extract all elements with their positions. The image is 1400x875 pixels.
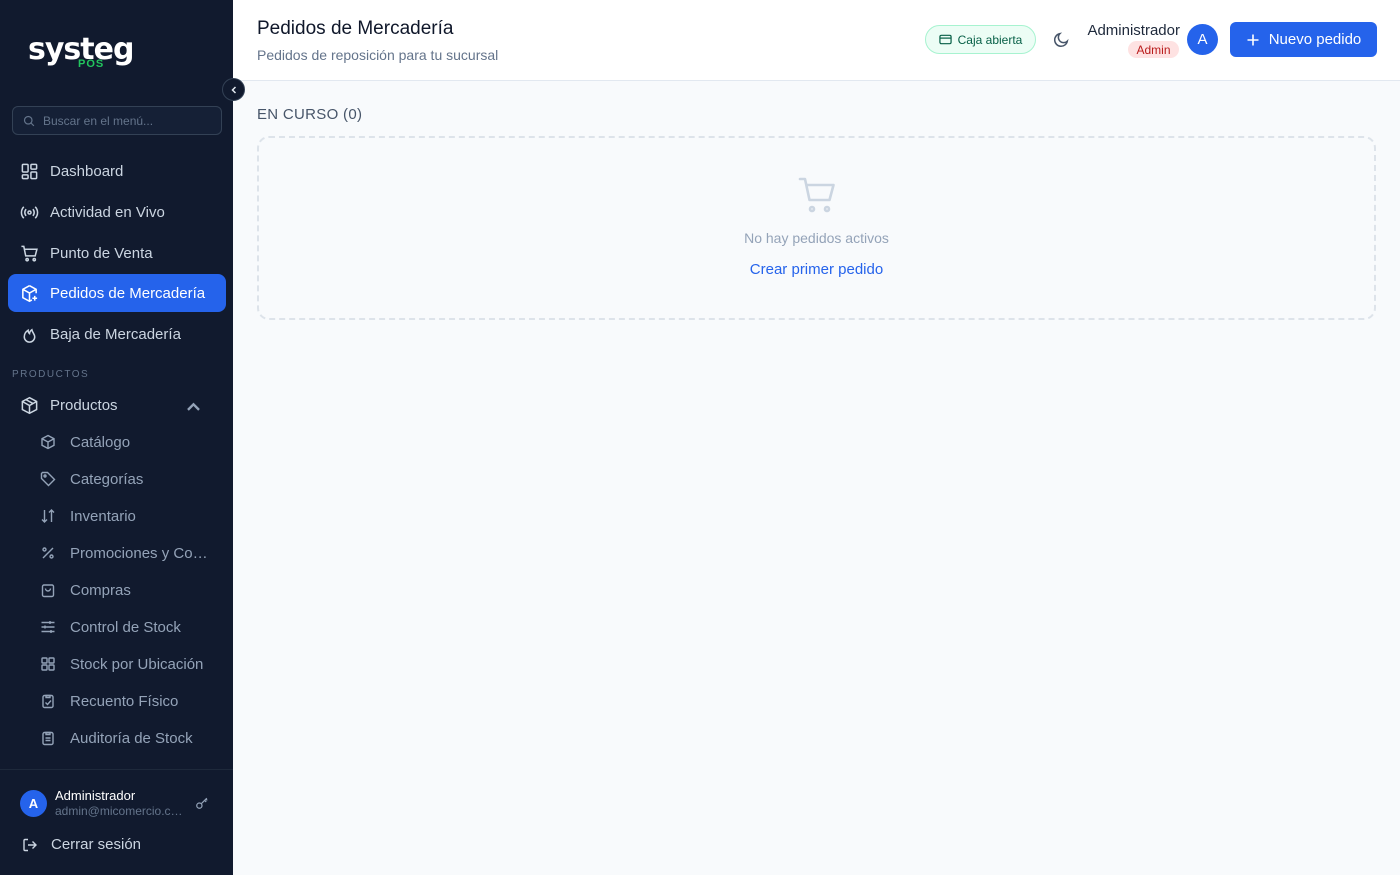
sidebar-subitem-categorias[interactable]: Categorías <box>40 462 220 496</box>
shopping-bag-icon <box>41 584 55 598</box>
plus-icon <box>1247 34 1259 45</box>
chevron-left-icon <box>230 85 236 94</box>
sidebar-item-actividad[interactable]: Actividad en Vivo <box>8 193 226 231</box>
footer-user-name: Administrador <box>55 788 136 803</box>
footer-user-email: admin@micomercio.com <box>55 804 183 818</box>
credit-card-icon <box>938 34 952 45</box>
top-header: Pedidos de Mercadería Pedidos de reposic… <box>233 0 1400 81</box>
sidebar-subitem-label: Inventario <box>70 507 136 525</box>
create-first-order-link[interactable]: Crear primer pedido <box>259 261 1374 278</box>
sidebar-item-label: Actividad en Vivo <box>50 203 165 221</box>
menu-search-input[interactable] <box>43 113 203 128</box>
cart-icon <box>798 177 835 213</box>
clipboard-list-icon <box>42 731 54 746</box>
caja-status-badge[interactable]: Caja abierta <box>925 25 1036 54</box>
sidebar-subitem-label: Categorías <box>70 470 144 488</box>
logout-button[interactable]: Cerrar sesión <box>22 836 141 853</box>
sidebar-item-label: Pedidos de Mercadería <box>50 284 206 302</box>
sidebar-item-dashboard[interactable]: Dashboard <box>8 152 226 190</box>
grid-icon <box>41 657 55 671</box>
logo[interactable]: systeg POS <box>28 30 134 74</box>
arrows-up-down-icon <box>41 509 55 523</box>
avatar[interactable]: A <box>1187 24 1218 55</box>
sidebar-subitem-label: Stock por Ubicación <box>70 655 204 673</box>
avatar[interactable]: A <box>20 790 47 817</box>
sidebar-item-pedidos[interactable]: Pedidos de Mercadería <box>8 274 226 312</box>
key-icon[interactable] <box>195 796 209 810</box>
sidebar-footer: A Administrador admin@micomercio.com Cer… <box>0 769 233 875</box>
section-label-productos: PRODUCTOS <box>12 369 90 380</box>
caja-status-label: Caja abierta <box>957 32 1023 47</box>
page-title: Pedidos de Mercadería <box>257 18 454 39</box>
sidebar-subitem-label: Auditoría de Stock <box>70 729 193 747</box>
empty-state-text: No hay pedidos activos <box>744 230 889 246</box>
new-order-label: Nuevo pedido <box>1268 31 1362 48</box>
sidebar-group-productos[interactable]: Productos <box>8 386 226 424</box>
sidebar-subitem-label: Promociones y Combos <box>70 544 220 562</box>
sidebar-item-punto-venta[interactable]: Punto de Venta <box>8 234 226 272</box>
new-order-button[interactable]: Nuevo pedido <box>1230 22 1377 57</box>
tag-icon <box>40 471 56 487</box>
sidebar: systeg POS Dashboard Actividad en Vivo P… <box>0 0 233 875</box>
sidebar-subitem-label: Control de Stock <box>70 618 181 636</box>
header-user-name: Administrador <box>1087 22 1180 39</box>
collapse-sidebar-button[interactable] <box>222 78 245 101</box>
sidebar-subitem-label: Recuento Físico <box>70 692 179 710</box>
sidebar-item-label: Punto de Venta <box>50 244 153 262</box>
role-badge: Admin <box>1128 41 1179 58</box>
empty-state: No hay pedidos activos Crear primer pedi… <box>257 136 1376 320</box>
box-icon <box>41 434 55 450</box>
box-icon <box>21 396 38 414</box>
sidebar-item-baja[interactable]: Baja de Mercadería <box>8 315 226 353</box>
logo-subtext: POS <box>78 58 105 70</box>
sidebar-item-label: Dashboard <box>50 162 124 180</box>
package-plus-icon <box>22 284 38 302</box>
logout-label: Cerrar sesión <box>51 836 142 853</box>
sidebar-subitem-catalogo[interactable]: Catálogo <box>40 425 220 459</box>
section-title-en-curso: EN CURSO (0) <box>257 106 363 123</box>
moon-icon[interactable] <box>1053 31 1070 48</box>
sidebar-subitem-auditoria[interactable]: Auditoría de Stock <box>40 721 220 755</box>
broadcast-icon <box>20 205 39 219</box>
chevron-up-icon[interactable] <box>184 398 203 417</box>
sidebar-subitem-promociones[interactable]: Promociones y Combos <box>40 536 220 570</box>
sidebar-subitem-compras[interactable]: Compras <box>40 573 220 607</box>
clipboard-check-icon <box>42 694 54 709</box>
menu-search[interactable] <box>12 106 222 135</box>
sidebar-subitem-recuento[interactable]: Recuento Físico <box>40 684 220 718</box>
sidebar-subitem-label: Catálogo <box>70 433 131 451</box>
dashboard-icon <box>21 163 38 179</box>
search-icon <box>23 115 35 126</box>
sidebar-subitem-stock-ubicacion[interactable]: Stock por Ubicación <box>40 647 220 681</box>
sidebar-item-label: Baja de Mercadería <box>50 325 181 343</box>
page-subtitle: Pedidos de reposición para tu sucursal <box>257 47 499 63</box>
sidebar-item-label: Productos <box>50 396 118 414</box>
flame-icon <box>23 327 36 343</box>
sidebar-subitem-label: Compras <box>70 581 131 599</box>
cart-icon <box>21 245 38 262</box>
percent-icon <box>42 547 54 559</box>
logout-icon <box>23 838 37 851</box>
sidebar-subitem-control-stock[interactable]: Control de Stock <box>40 610 220 644</box>
sidebar-subitem-inventario[interactable]: Inventario <box>40 499 220 533</box>
sliders-icon <box>41 621 55 633</box>
